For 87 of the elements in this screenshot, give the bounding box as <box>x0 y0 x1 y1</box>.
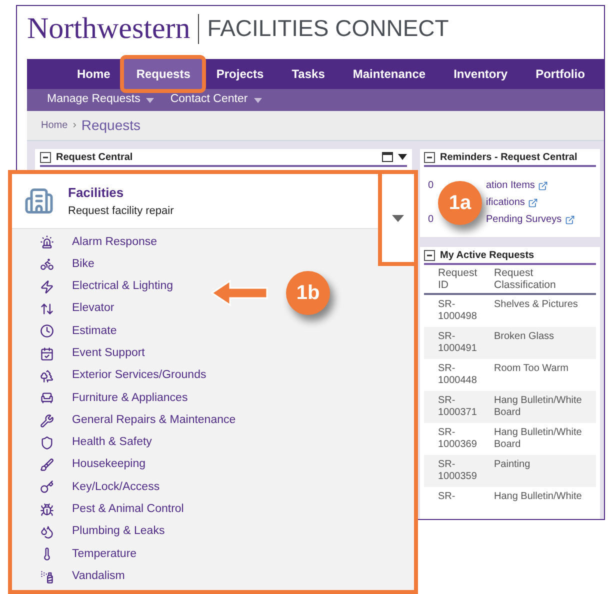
category-item[interactable]: Alarm Response <box>40 231 158 254</box>
category-item[interactable]: Estimate <box>40 320 117 342</box>
caret-icon <box>392 214 404 222</box>
pointer-arrow <box>210 279 270 307</box>
droplets-icon <box>40 525 54 539</box>
column-header: Request ID <box>438 267 478 291</box>
key-icon <box>40 480 54 494</box>
category-item[interactable]: Health & Safety <box>40 432 152 454</box>
table-cell-text: SR- <box>438 491 456 504</box>
table-cell-text: SR-1000369 <box>438 427 478 452</box>
nav-tab[interactable]: Portfolio <box>522 59 599 89</box>
reminder-link[interactable]: Pending Surveys <box>486 213 562 227</box>
category-item[interactable]: Key/Lock/Access <box>40 476 160 499</box>
collapse-icon[interactable] <box>40 152 51 162</box>
caret-icon <box>254 98 262 102</box>
category-item[interactable]: Housekeeping <box>40 454 146 476</box>
table-row[interactable]: SR-1000371 Hang Bulletin/White Board <box>424 391 596 423</box>
table-cell-text: Broken Glass <box>494 331 556 344</box>
category-item[interactable]: Pest & Animal Control <box>40 498 184 521</box>
reminder-link[interactable]: ation Items <box>486 179 535 193</box>
caret-icon[interactable] <box>398 154 407 160</box>
breadcrumb-current: Requests <box>81 116 141 135</box>
dropdown-subtitle: Request facility repair <box>68 204 174 218</box>
category-item[interactable]: Electrical & Lighting <box>40 276 173 298</box>
sub-nav-menu[interactable]: Manage Requests <box>47 91 154 109</box>
nav-tab[interactable]: Inventory <box>440 59 522 89</box>
collapse-icon[interactable] <box>424 152 435 162</box>
table-cell-text: SR-1000371 <box>438 395 478 420</box>
nav-tab[interactable]: Projects <box>202 59 278 89</box>
category-item[interactable]: Exterior Services/Grounds <box>40 364 206 388</box>
building-icon <box>24 186 54 216</box>
category-item[interactable]: Plumbing & Leaks <box>40 520 165 544</box>
reminder-count: 0 <box>428 179 434 193</box>
table-cell-text: SR-1000498 <box>438 299 478 324</box>
table-cell-text: Hang Bulletin/White <box>494 491 583 504</box>
table-cell-text: SR-1000448 <box>438 363 478 388</box>
table-cell-text: Hang Bulletin/White Board <box>494 395 583 420</box>
collapse-icon[interactable] <box>424 250 435 260</box>
shield-icon <box>40 436 54 450</box>
window-icon[interactable] <box>382 152 393 162</box>
trees-icon <box>40 368 54 383</box>
panel-title: Reminders - Request Central <box>440 150 578 164</box>
wrench-icon <box>40 414 54 428</box>
chair-icon <box>40 391 54 406</box>
table-row[interactable]: SR-1000491 Broken Glass <box>424 327 596 359</box>
category-item[interactable]: Temperature <box>40 543 137 566</box>
university-logo: Northwestern <box>27 14 190 44</box>
column-header: Request Classification <box>494 267 557 291</box>
category-item[interactable]: Furniture & Appliances <box>40 387 188 410</box>
panel-title: Request Central <box>56 150 134 164</box>
category-item[interactable]: Bike <box>40 253 94 276</box>
panel-title: My Active Requests <box>440 248 534 262</box>
bike-icon <box>40 257 54 272</box>
table-row[interactable]: SR-1000359 Painting <box>424 455 596 487</box>
external-link-icon[interactable] <box>538 181 548 191</box>
arrows-icon <box>40 302 54 316</box>
nav-tab[interactable]: Maintenance <box>338 59 440 89</box>
category-item[interactable]: Event Support <box>40 342 145 365</box>
nav-tab[interactable]: Tasks <box>278 59 339 89</box>
breadcrumb-separator: › <box>72 118 76 134</box>
calendar-icon <box>40 346 54 361</box>
table-cell-text: SR-1000359 <box>438 459 478 484</box>
bug-icon <box>40 502 54 517</box>
reminder-count: 0 <box>428 213 434 227</box>
reminder-link[interactable]: ifications <box>486 196 525 210</box>
sub-nav-menu[interactable]: Contact Center <box>170 91 262 109</box>
lightning-icon <box>40 280 54 294</box>
breadcrumb-link[interactable]: Home <box>41 118 68 133</box>
clock-icon <box>40 324 54 338</box>
table-cell-text: Painting <box>494 459 532 472</box>
table-cell-text: Room Too Warm <box>494 363 570 376</box>
caret-icon <box>146 98 154 102</box>
table-cell-text: Shelves & Pictures <box>494 299 579 312</box>
brush-icon <box>40 458 54 472</box>
table-cell-text: SR-1000491 <box>438 331 478 356</box>
table-cell-text: Hang Bulletin/White Board <box>494 427 583 452</box>
category-item[interactable]: Elevator <box>40 298 114 320</box>
external-link-icon[interactable] <box>564 215 575 225</box>
spray-can-icon <box>40 570 54 584</box>
external-link-icon[interactable] <box>528 198 538 208</box>
nav-tab[interactable]: Home <box>63 59 124 89</box>
app-title: FACILITIES CONNECT <box>207 17 449 40</box>
nav-tab[interactable]: Requests <box>124 59 202 89</box>
category-item[interactable]: Vandalism <box>40 565 125 588</box>
siren-icon <box>40 235 54 250</box>
dropdown-title: Facilities <box>68 184 125 202</box>
category-item[interactable]: General Repairs & Maintenance <box>40 409 236 432</box>
